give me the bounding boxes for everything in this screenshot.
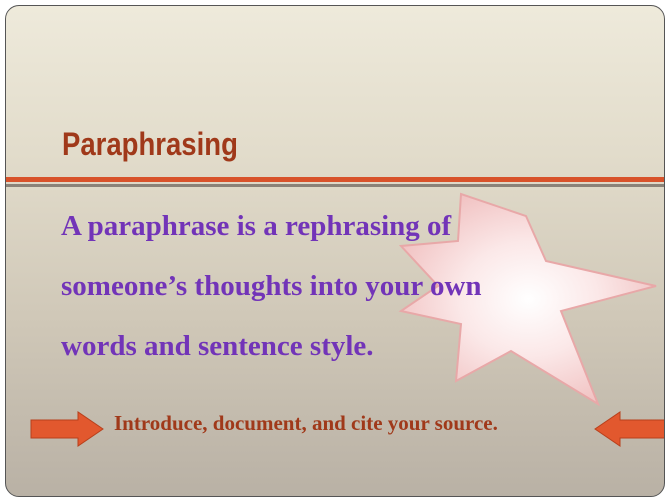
title-divider	[6, 177, 664, 182]
body-line-2: someone’s thoughts into your own	[61, 270, 482, 302]
title-divider-shadow	[6, 184, 664, 187]
body-line-3: words and sentence style.	[61, 330, 374, 362]
slide: Paraphrasing A paraphrase is a rephrasin…	[5, 5, 665, 497]
arrow-left-icon	[594, 411, 664, 447]
body-line-1: A paraphrase is a rephrasing of	[61, 210, 452, 242]
slide-title: Paraphrasing	[62, 126, 238, 162]
footer-note: Introduce, document, and cite your sourc…	[114, 411, 498, 435]
arrow-right-icon	[30, 411, 104, 447]
